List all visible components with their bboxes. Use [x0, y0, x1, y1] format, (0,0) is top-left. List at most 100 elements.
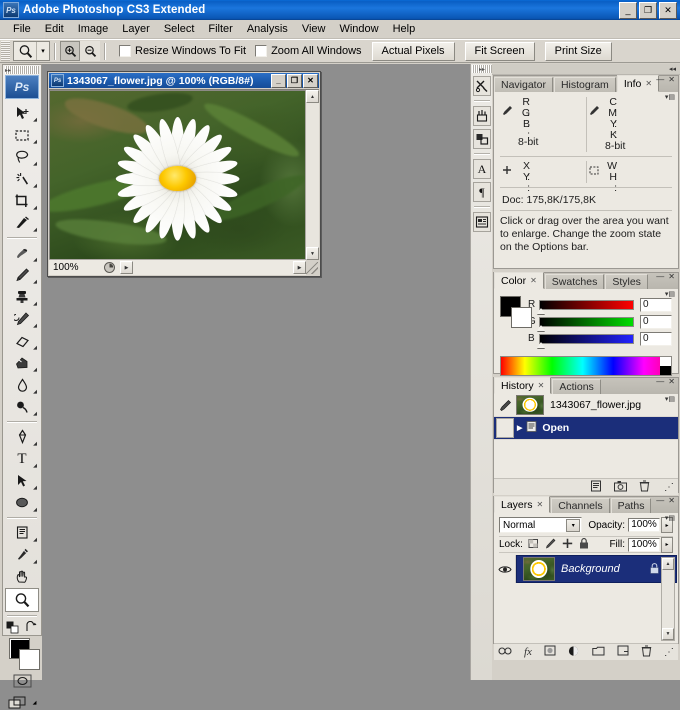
close-icon[interactable]: ✕	[668, 497, 675, 505]
tool-rectangular-marquee[interactable]: ◢	[5, 124, 39, 146]
menu-layer[interactable]: Layer	[115, 21, 157, 37]
delete-layer-icon[interactable]	[641, 645, 652, 660]
history-state-toggle[interactable]	[496, 418, 514, 438]
chevron-right-icon[interactable]: ▸	[661, 536, 673, 553]
blue-value-field[interactable]: 0	[640, 331, 672, 346]
swap-colors-icon[interactable]	[25, 620, 38, 634]
zoom-all-windows-checkbox[interactable]: Zoom All Windows	[255, 45, 362, 57]
tool-preset-picker[interactable]: ▾	[13, 41, 50, 61]
document-minimize-button[interactable]: _	[271, 74, 286, 88]
scroll-up-button[interactable]: ▲	[662, 558, 674, 570]
lock-position-icon[interactable]	[562, 538, 573, 552]
tool-ellipse-shape[interactable]: ◢	[5, 492, 39, 514]
dock-collapse-icon[interactable]: ◂◂	[669, 65, 676, 73]
new-document-from-state-icon[interactable]	[590, 480, 602, 495]
blend-mode-select[interactable]: Normal ▾	[499, 517, 583, 533]
zoom-tool-icon[interactable]	[14, 42, 36, 60]
tab-histogram[interactable]: Histogram	[553, 77, 616, 92]
zoom-out-icon[interactable]	[80, 41, 100, 61]
history-brush-source-icon[interactable]	[494, 399, 516, 412]
tool-hand[interactable]	[5, 566, 39, 588]
screen-mode-icon[interactable]	[8, 696, 27, 710]
lock-image-pixels-icon[interactable]	[545, 538, 556, 552]
red-value-field[interactable]: 0	[640, 297, 672, 312]
status-flyout-button[interactable]: ▶	[120, 261, 133, 274]
close-button[interactable]: ✕	[659, 2, 677, 19]
image-canvas[interactable]	[49, 90, 306, 260]
lock-transparent-pixels-icon[interactable]	[528, 538, 539, 552]
toolbox-grip[interactable]: ▸▸	[5, 66, 39, 74]
resize-windows-to-fit-checkbox[interactable]: Resize Windows To Fit	[119, 45, 246, 57]
checkbox-box-resize[interactable]	[119, 45, 131, 57]
tool-move[interactable]: ◢	[5, 102, 39, 124]
tool-healing-brush[interactable]: ◢	[5, 242, 39, 264]
tool-history-brush[interactable]: ◢	[5, 308, 39, 330]
tool-eyedropper[interactable]: ◢	[5, 544, 39, 566]
document-resize-handle[interactable]	[306, 262, 318, 274]
add-layer-mask-icon[interactable]	[544, 645, 556, 659]
tool-pen[interactable]: ◢	[5, 426, 39, 448]
layers-list[interactable]: Background ▲ ▼	[495, 555, 677, 643]
tool-clone-stamp[interactable]: ◢	[5, 286, 39, 308]
fit-screen-button[interactable]: Fit Screen	[464, 41, 535, 61]
document-title-bar[interactable]: Ps 1343067_flower.jpg @ 100% (RGB/8#) _ …	[49, 73, 319, 88]
color-spectrum-ramp[interactable]	[500, 356, 672, 376]
layer-row-selected[interactable]: Background	[516, 555, 677, 583]
opacity-value[interactable]: 100%	[628, 518, 660, 532]
dock-column-topbar[interactable]: ◂◂	[492, 64, 680, 75]
minimize-icon[interactable]: —	[656, 378, 664, 386]
scroll-up-button[interactable]: ▲	[306, 90, 319, 103]
status-clock-icon[interactable]	[103, 261, 116, 274]
history-state-row[interactable]: ▶ Open	[494, 417, 678, 440]
close-icon[interactable]: ✕	[538, 381, 545, 390]
panel-menu-icon[interactable]: ▾▤	[665, 290, 675, 298]
quick-mask-icon[interactable]	[13, 674, 32, 688]
zoom-in-icon[interactable]	[60, 41, 80, 61]
tool-dodge[interactable]: ◢	[5, 396, 39, 418]
blue-slider[interactable]	[537, 333, 634, 348]
tab-paths[interactable]: Paths	[610, 498, 652, 513]
minimize-button[interactable]: _	[619, 2, 637, 19]
scroll-down-button[interactable]: ▼	[662, 628, 674, 640]
background-color-swatch[interactable]	[511, 307, 532, 328]
close-icon[interactable]: ✕	[645, 79, 652, 88]
menu-file[interactable]: File	[6, 21, 38, 37]
close-icon[interactable]: ✕	[668, 378, 675, 386]
layer-comps-icon[interactable]	[473, 212, 491, 232]
tab-info[interactable]: Info ✕	[616, 75, 660, 92]
menu-edit[interactable]: Edit	[38, 21, 71, 37]
panel-resize-grip[interactable]: ⋰	[664, 647, 674, 658]
panel-menu-icon[interactable]: ▾▤	[665, 395, 675, 403]
tool-type[interactable]: T ◢	[5, 448, 39, 470]
tool-brush[interactable]: ◢	[5, 264, 39, 286]
minimize-icon[interactable]: —	[656, 76, 664, 84]
tool-slice[interactable]: ◢	[5, 212, 39, 234]
hscroll-right-button[interactable]: ▶	[293, 261, 306, 274]
actual-pixels-button[interactable]: Actual Pixels	[371, 41, 455, 61]
delete-state-icon[interactable]	[639, 480, 650, 495]
options-bar-grip[interactable]	[1, 41, 10, 61]
spectrum-bar[interactable]	[500, 356, 672, 376]
tab-styles[interactable]: Styles	[605, 274, 648, 289]
tool-blur[interactable]: ◢	[5, 374, 39, 396]
new-layer-icon[interactable]	[617, 645, 629, 659]
print-size-button[interactable]: Print Size	[544, 41, 612, 61]
menu-filter[interactable]: Filter	[201, 21, 239, 37]
close-icon[interactable]: ✕	[537, 500, 544, 509]
menu-analysis[interactable]: Analysis	[240, 21, 295, 37]
panel-resize-grip[interactable]: ⋰	[664, 482, 674, 493]
close-icon[interactable]: ✕	[668, 273, 675, 281]
brushes-icon[interactable]	[473, 106, 491, 126]
panel-menu-icon[interactable]: ▾▤	[665, 514, 675, 522]
dock-strip-grip[interactable]: ▸▸	[472, 65, 492, 73]
history-state-list[interactable]: 1343067_flower.jpg ▶ Open	[494, 394, 678, 478]
scroll-down-button[interactable]: ▼	[306, 247, 319, 260]
tool-magic-wand[interactable]: ◢	[5, 168, 39, 190]
tab-swatches[interactable]: Swatches	[544, 274, 605, 289]
tab-history[interactable]: History ✕	[494, 377, 552, 394]
tool-presets-icon[interactable]	[473, 76, 491, 96]
red-slider[interactable]	[537, 299, 634, 314]
green-value-field[interactable]: 0	[640, 314, 672, 329]
toolbox-ps-badge[interactable]: Ps	[5, 75, 39, 99]
eye-icon[interactable]	[495, 555, 516, 583]
